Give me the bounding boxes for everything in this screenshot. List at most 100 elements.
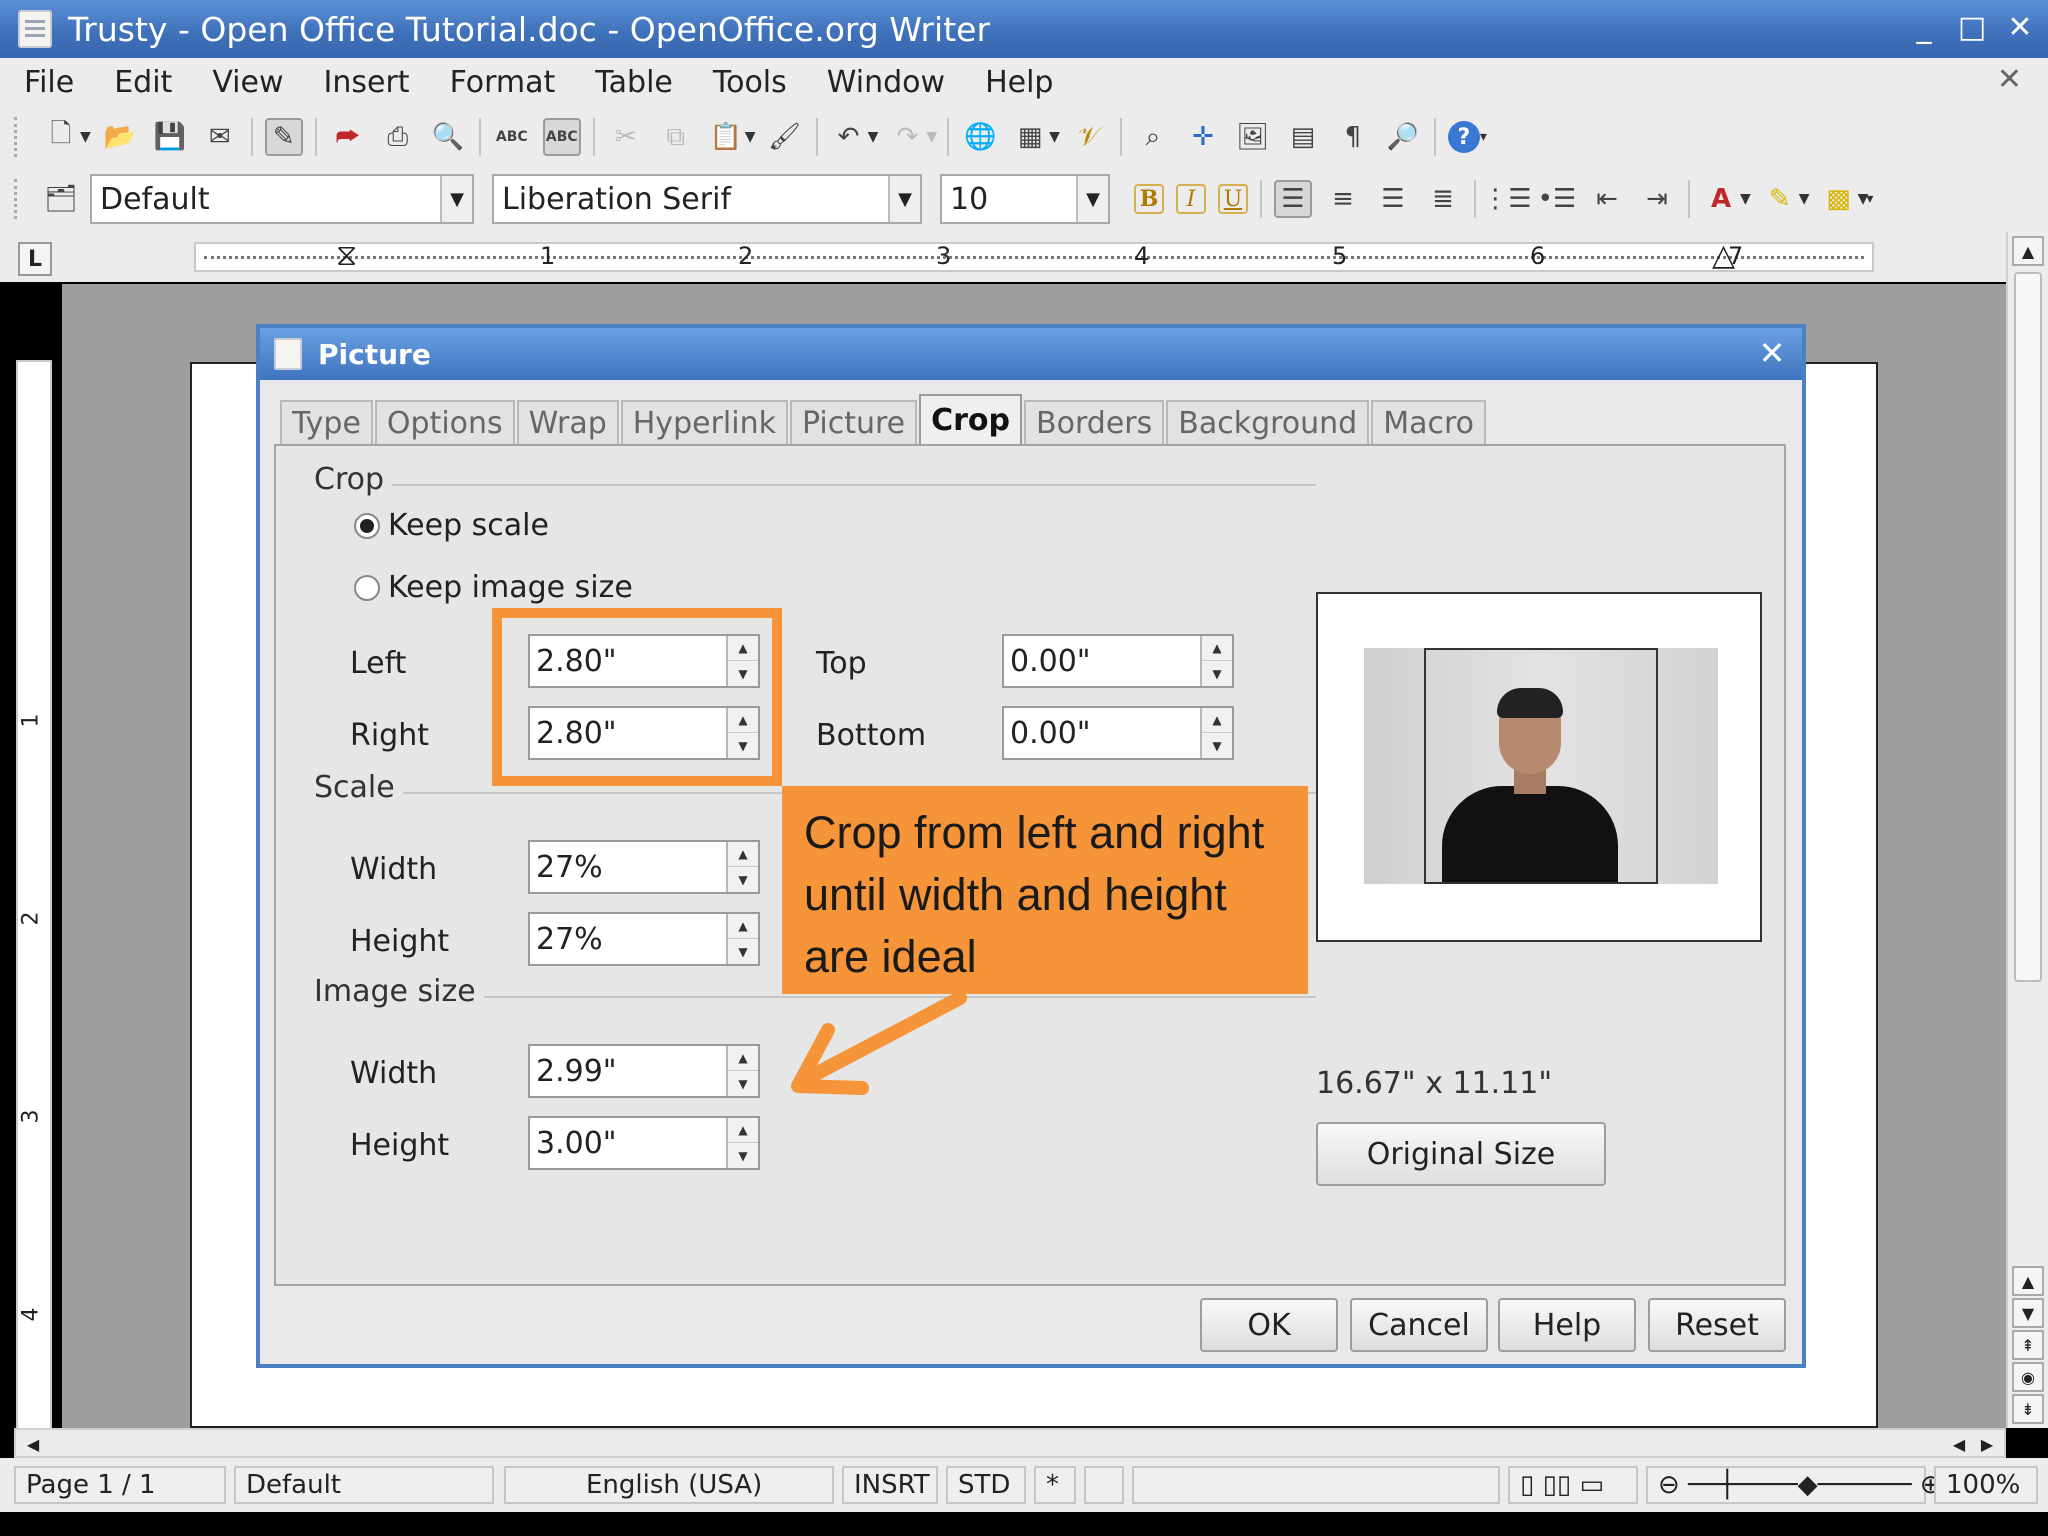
cancel-button[interactable]: Cancel xyxy=(1350,1298,1488,1352)
horizontal-scrollbar[interactable]: ◀ ◀ ▶ xyxy=(14,1428,2006,1458)
image-width-input[interactable] xyxy=(530,1046,726,1096)
close-document-button[interactable]: ✕ xyxy=(1997,62,2022,97)
menu-tools[interactable]: Tools xyxy=(689,65,803,100)
page-indicator[interactable]: Page 1 / 1 xyxy=(14,1466,226,1504)
font-size-combo[interactable]: 10 ▼ xyxy=(940,174,1110,224)
right-indent-marker-icon[interactable]: △ xyxy=(1712,238,1735,273)
menu-insert[interactable]: Insert xyxy=(300,65,426,100)
tab-hyperlink[interactable]: Hyperlink xyxy=(620,400,788,444)
spin-down-icon[interactable]: ▼ xyxy=(1202,733,1232,758)
background-color-icon[interactable]: ▩ xyxy=(1820,180,1858,218)
toolbar-overflow-icon[interactable]: ▾ xyxy=(1480,129,1487,145)
hyperlink-icon[interactable]: 🌐 xyxy=(961,118,999,156)
new-document-icon[interactable]: 🗋 xyxy=(42,118,80,156)
align-right-icon[interactable]: ☰ xyxy=(1374,180,1412,218)
help-button[interactable]: Help xyxy=(1498,1298,1636,1352)
spellcheck-icon[interactable]: ABC xyxy=(493,118,531,156)
chevron-down-icon[interactable]: ▼ xyxy=(745,129,756,145)
chevron-down-icon[interactable]: ▼ xyxy=(440,176,472,222)
menu-table[interactable]: Table xyxy=(571,65,689,100)
find-replace-icon[interactable]: ⌕ xyxy=(1134,118,1172,156)
crop-top-input[interactable] xyxy=(1004,636,1200,686)
radio-selected-icon[interactable] xyxy=(354,512,380,539)
crop-top-spinner[interactable]: ▲▼ xyxy=(1002,634,1234,688)
digital-signature-indicator[interactable] xyxy=(1084,1466,1124,1504)
chevron-down-icon[interactable]: ▼ xyxy=(1049,129,1060,145)
chevron-down-icon[interactable]: ▼ xyxy=(888,176,920,222)
navigator-icon[interactable]: ✛ xyxy=(1184,118,1222,156)
help-icon[interactable]: ? xyxy=(1447,121,1480,153)
menu-format[interactable]: Format xyxy=(426,65,572,100)
chevron-down-icon[interactable]: ▼ xyxy=(868,129,879,145)
decrease-indent-icon[interactable]: ⇤ xyxy=(1588,180,1626,218)
toolbar-grip[interactable] xyxy=(14,179,22,219)
chevron-down-icon[interactable]: ▼ xyxy=(1076,176,1108,222)
spin-up-icon[interactable]: ▲ xyxy=(728,1046,758,1071)
email-document-icon[interactable]: ✉ xyxy=(201,118,239,156)
chevron-down-icon[interactable]: ▼ xyxy=(1799,191,1810,207)
menu-window[interactable]: Window xyxy=(803,65,961,100)
format-paintbrush-icon[interactable]: 🖌 xyxy=(766,118,804,156)
vertical-ruler[interactable]: 1 2 3 4 xyxy=(16,360,52,1430)
vertical-scrollbar[interactable]: ▲ ▲ ▼ ⇞ ◉ ⇟ xyxy=(2006,232,2048,1428)
keep-image-size-radio[interactable]: Keep image size xyxy=(354,570,633,605)
bold-button[interactable]: B xyxy=(1134,184,1164,214)
align-left-icon[interactable]: ☰ xyxy=(1274,180,1312,218)
tab-crop[interactable]: Crop xyxy=(919,394,1023,444)
save-icon[interactable]: 💾 xyxy=(151,118,189,156)
zoom-slider[interactable]: ⊖ ──┼────◆────── ⊕ xyxy=(1646,1466,1942,1504)
tab-borders[interactable]: Borders xyxy=(1024,400,1165,444)
scale-height-input[interactable] xyxy=(530,914,726,964)
data-sources-icon[interactable]: ▤ xyxy=(1284,118,1322,156)
spin-down-icon[interactable]: ▼ xyxy=(728,1071,758,1096)
horizontal-ruler[interactable]: 1 2 3 4 5 6 7 ⧖ △ xyxy=(194,238,1874,273)
bullets-icon[interactable]: •☰ xyxy=(1538,180,1577,218)
italic-button[interactable]: I xyxy=(1176,184,1206,214)
scale-width-spinner[interactable]: ▲▼ xyxy=(528,840,760,894)
scroll-left-icon[interactable]: ◀ xyxy=(20,1432,46,1456)
scale-height-spinner[interactable]: ▲▼ xyxy=(528,912,760,966)
underline-button[interactable]: U xyxy=(1218,184,1248,214)
chevron-down-icon[interactable]: ▼ xyxy=(1740,191,1751,207)
menu-help[interactable]: Help xyxy=(961,65,1069,100)
spin-up-icon[interactable]: ▲ xyxy=(1202,708,1232,733)
open-folder-icon[interactable]: 📂 xyxy=(101,118,139,156)
tab-macro[interactable]: Macro xyxy=(1371,400,1487,444)
tab-background[interactable]: Background xyxy=(1166,400,1370,444)
page-style-indicator[interactable]: Default xyxy=(234,1466,494,1504)
navigation-icon[interactable]: ◉ xyxy=(2012,1362,2044,1392)
scroll-up-icon[interactable]: ▲ xyxy=(2012,1266,2044,1296)
menu-file[interactable]: File xyxy=(0,65,90,100)
scroll-down-icon[interactable]: ▼ xyxy=(2012,1298,2044,1328)
scrollbar-thumb[interactable] xyxy=(2014,272,2042,982)
original-size-button[interactable]: Original Size xyxy=(1316,1122,1606,1186)
zoom-icon[interactable]: 🔎 xyxy=(1384,118,1422,156)
highlighting-icon[interactable]: ✎ xyxy=(1761,180,1799,218)
image-height-spinner[interactable]: ▲▼ xyxy=(528,1116,760,1170)
radio-unselected-icon[interactable] xyxy=(354,574,380,601)
edit-file-icon[interactable]: ✎ xyxy=(264,118,303,156)
print-preview-icon[interactable]: 🔍 xyxy=(429,118,467,156)
crop-bottom-spinner[interactable]: ▲▼ xyxy=(1002,706,1234,760)
paragraph-style-combo[interactable]: Default ▼ xyxy=(90,174,474,224)
toolbar-overflow-icon[interactable]: ▾ xyxy=(1866,191,1873,207)
tab-wrap[interactable]: Wrap xyxy=(516,400,619,444)
reset-button[interactable]: Reset xyxy=(1648,1298,1786,1352)
dialog-close-button[interactable]: ✕ xyxy=(1754,336,1790,372)
font-name-combo[interactable]: Liberation Serif ▼ xyxy=(492,174,922,224)
show-draw-functions-icon[interactable]: 𝒱 xyxy=(1070,118,1108,156)
numbering-icon[interactable]: ⋮☰ xyxy=(1482,180,1531,218)
previous-page-icon[interactable]: ⇞ xyxy=(2012,1330,2044,1360)
export-pdf-icon[interactable]: ⮫ xyxy=(329,118,367,156)
image-width-spinner[interactable]: ▲▼ xyxy=(528,1044,760,1098)
language-indicator[interactable]: English (USA) xyxy=(504,1466,834,1504)
insert-mode-indicator[interactable]: INSRT xyxy=(842,1466,938,1504)
view-layout-icon[interactable]: ▯ ▯▯ ▭ xyxy=(1508,1466,1638,1504)
spin-up-icon[interactable]: ▲ xyxy=(728,1118,758,1143)
spin-up-icon[interactable]: ▲ xyxy=(728,914,758,939)
tab-stop-selector[interactable]: L xyxy=(18,242,52,276)
menu-view[interactable]: View xyxy=(188,65,299,100)
formatting-marks-icon[interactable]: ¶ xyxy=(1334,118,1372,156)
next-page-icon[interactable]: ⇟ xyxy=(2012,1394,2044,1424)
undo-icon[interactable]: ↶ xyxy=(830,118,868,156)
